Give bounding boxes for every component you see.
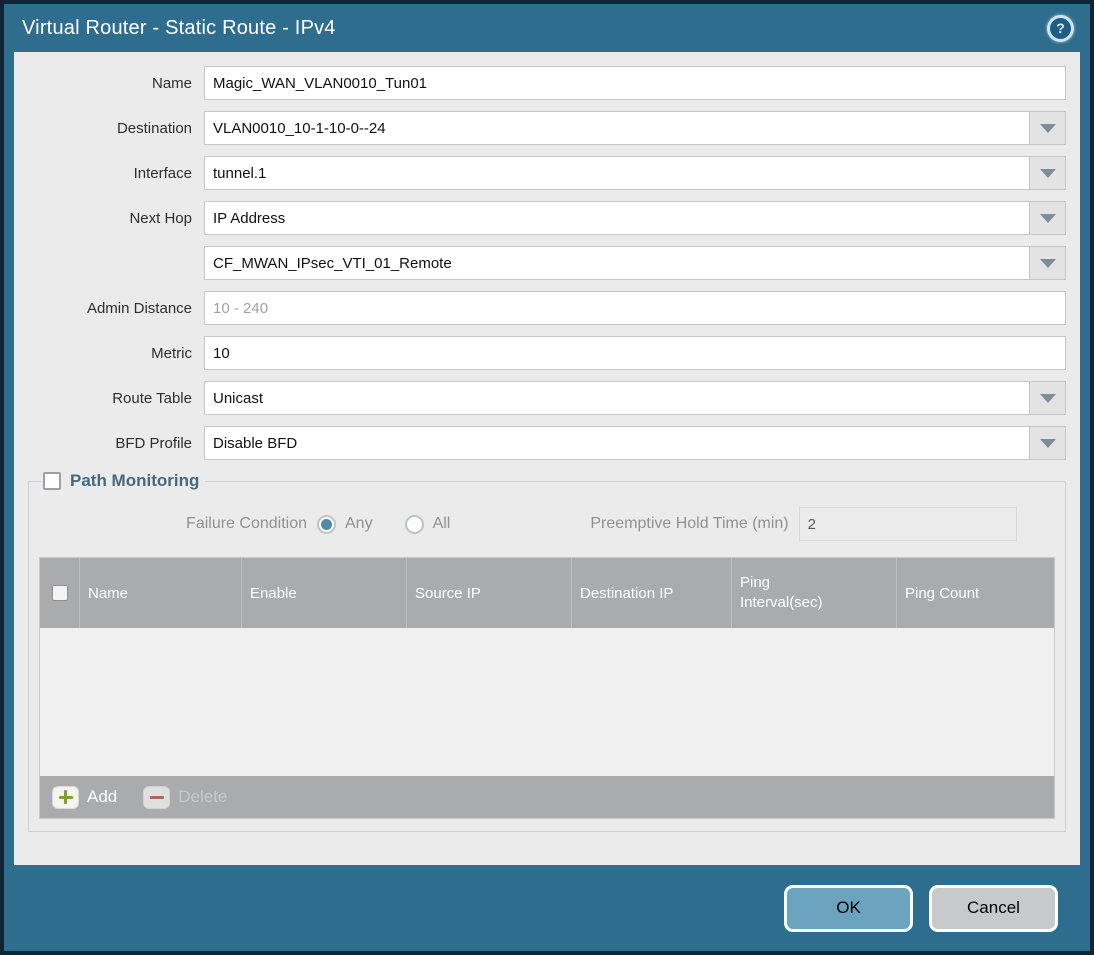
plus-icon (52, 785, 79, 809)
metric-label: Metric (151, 344, 192, 362)
ping-interval-header-text: Ping Interval(sec) (740, 573, 823, 611)
interface-label: Interface (133, 164, 192, 182)
table-footer-bar: Add Delete (40, 776, 1054, 818)
radio-selected-icon (317, 514, 336, 534)
delete-button-label: Delete (178, 787, 228, 806)
next-hop-address-row (28, 246, 1066, 280)
destination-dropdown-button[interactable] (1030, 111, 1066, 145)
column-header-destination-ip[interactable]: Destination IP (572, 558, 732, 628)
path-monitoring-section: Path Monitoring Failure Condition Any Al… (28, 471, 1066, 832)
route-table-input[interactable] (204, 381, 1030, 415)
route-table-label: Route Table (112, 389, 192, 407)
ok-button[interactable]: OK (784, 884, 913, 932)
table-body-empty[interactable] (40, 628, 1054, 776)
delete-button[interactable]: Delete (143, 785, 228, 809)
dialog-title: Virtual Router - Static Route - IPv4 (22, 16, 336, 39)
column-header-source-ip[interactable]: Source IP (407, 558, 572, 628)
next-hop-type-input[interactable] (204, 201, 1030, 235)
radio-unselected-icon (404, 514, 424, 534)
chevron-down-icon (1039, 213, 1056, 223)
metric-row: Metric (28, 336, 1066, 370)
header-checkbox-cell (40, 558, 80, 628)
path-monitoring-table: Name Enable Source IP Destination IP Pin… (39, 557, 1055, 819)
destination-input[interactable] (204, 111, 1030, 145)
admin-distance-label: Admin Distance (86, 299, 192, 317)
bfd-profile-row: BFD Profile (28, 426, 1066, 460)
chevron-down-icon (1039, 438, 1056, 448)
cancel-button[interactable]: Cancel (929, 884, 1058, 932)
static-route-dialog: Virtual Router - Static Route - IPv4 ? N… (4, 4, 1090, 951)
name-input[interactable] (204, 66, 1066, 100)
dialog-footer: OK Cancel (4, 865, 1090, 951)
chevron-down-icon (1039, 258, 1056, 268)
path-monitoring-title: Path Monitoring (70, 471, 200, 490)
next-hop-address-dropdown-button[interactable] (1030, 246, 1066, 280)
route-table-row: Route Table (28, 381, 1066, 415)
next-hop-dropdown-button[interactable] (1030, 201, 1066, 235)
preemptive-hold-input[interactable] (798, 507, 1017, 541)
next-hop-address-input[interactable] (204, 246, 1030, 280)
path-monitoring-legend: Path Monitoring (41, 471, 205, 491)
next-hop-row: Next Hop (28, 201, 1066, 235)
column-header-name[interactable]: Name (80, 558, 242, 628)
next-hop-label: Next Hop (129, 209, 192, 227)
admin-distance-input[interactable] (204, 291, 1066, 325)
dialog-frame: Virtual Router - Static Route - IPv4 ? N… (0, 0, 1094, 955)
destination-row: Destination (28, 111, 1066, 145)
name-row: Name (28, 66, 1066, 100)
question-mark-glyph: ? (1050, 17, 1071, 39)
failure-condition-row: Failure Condition Any All Preemptive Hol… (39, 507, 1055, 541)
interface-row: Interface (28, 156, 1066, 190)
column-header-enable[interactable]: Enable (242, 558, 407, 628)
add-button[interactable]: Add (52, 785, 118, 809)
admin-distance-row: Admin Distance (28, 291, 1066, 325)
bfd-profile-input[interactable] (204, 426, 1030, 460)
add-button-label: Add (87, 787, 118, 806)
metric-input[interactable] (204, 336, 1066, 370)
bfd-profile-label: BFD Profile (115, 434, 192, 452)
path-monitoring-checkbox[interactable] (43, 472, 61, 490)
chevron-down-icon (1039, 168, 1056, 178)
destination-label: Destination (116, 119, 192, 137)
minus-icon (143, 785, 171, 809)
bfd-profile-dropdown-button[interactable] (1030, 426, 1066, 460)
select-all-checkbox[interactable] (51, 585, 68, 601)
route-table-dropdown-button[interactable] (1030, 381, 1066, 415)
radio-all-label: All (432, 515, 451, 532)
name-label: Name (151, 74, 192, 92)
radio-dot (321, 518, 332, 530)
help-icon[interactable]: ? (1047, 14, 1074, 42)
failure-condition-any-radio[interactable]: Any (317, 514, 373, 534)
preemptive-hold-label: Preemptive Hold Time (min) (590, 515, 789, 532)
failure-condition-all-radio[interactable]: All (404, 514, 451, 534)
dialog-content: Name Destination Interface (14, 52, 1080, 865)
radio-any-label: Any (345, 515, 373, 532)
failure-condition-label: Failure Condition (186, 515, 307, 532)
chevron-down-icon (1039, 123, 1056, 133)
chevron-down-icon (1039, 393, 1056, 403)
table-header-row: Name Enable Source IP Destination IP Pin… (40, 558, 1054, 628)
interface-input[interactable] (204, 156, 1030, 190)
column-header-ping-count[interactable]: Ping Count (897, 558, 1054, 628)
interface-dropdown-button[interactable] (1030, 156, 1066, 190)
column-header-ping-interval[interactable]: Ping Interval(sec) (732, 558, 897, 628)
dialog-titlebar: Virtual Router - Static Route - IPv4 ? (4, 4, 1090, 52)
